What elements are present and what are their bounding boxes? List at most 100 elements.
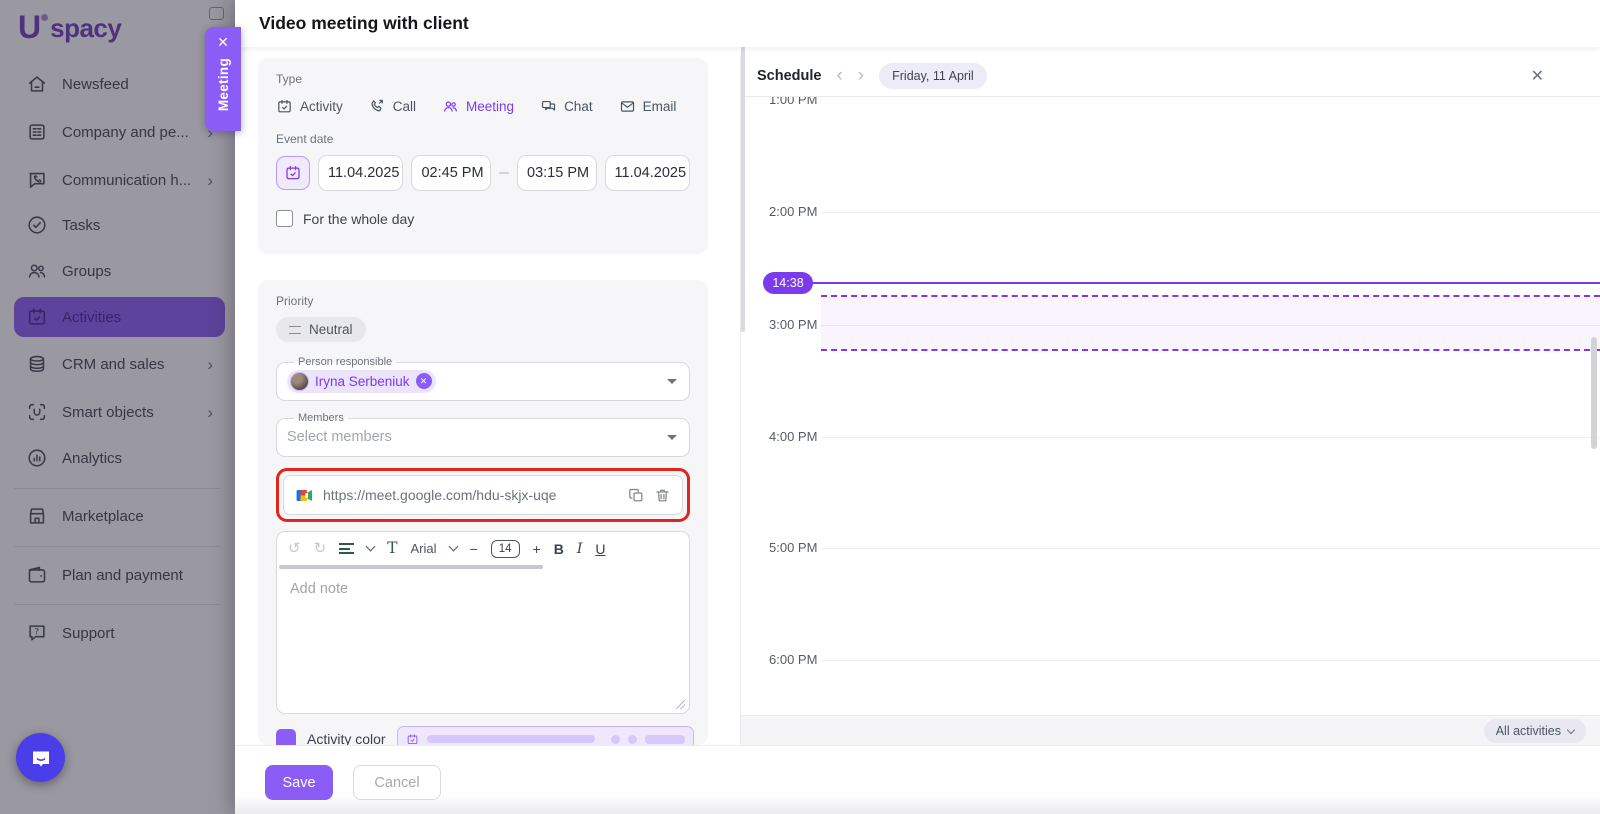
people-icon xyxy=(442,98,459,115)
remove-person-icon[interactable]: ✕ xyxy=(416,373,432,389)
event-date-label: Event date xyxy=(276,132,690,146)
meet-link-highlight: https://meet.google.com/hdu-skjx-uqe xyxy=(276,468,690,522)
end-time-input[interactable]: 03:15 PM xyxy=(517,155,597,191)
start-date-input[interactable]: 11.04.2025 xyxy=(318,155,403,191)
type-option-email[interactable]: Email xyxy=(619,98,677,115)
hour-gridline xyxy=(821,212,1600,213)
meeting-dialog: Video meeting with client Type Activity … xyxy=(235,0,1600,814)
type-label: Type xyxy=(276,72,690,86)
cancel-button[interactable]: Cancel xyxy=(353,765,441,800)
time-range-dash xyxy=(499,172,509,174)
skeleton-bar xyxy=(427,735,595,743)
dialog-title: Video meeting with client xyxy=(235,0,1600,47)
italic-button[interactable]: I xyxy=(577,542,583,556)
activities-filter[interactable]: All activities xyxy=(1484,719,1586,743)
person-chip: Iryna Serbeniuk ✕ xyxy=(287,370,436,393)
meet-link-url[interactable]: https://meet.google.com/hdu-skjx-uqe xyxy=(323,487,619,503)
underline-button[interactable]: U xyxy=(595,542,605,556)
dialog-title-bar: Video meeting with client xyxy=(235,0,1600,47)
type-option-chat[interactable]: Chat xyxy=(540,98,593,115)
whole-day-checkbox[interactable] xyxy=(276,210,293,227)
skeleton-dot xyxy=(628,735,637,744)
font-size-decrease-button[interactable]: − xyxy=(470,542,478,556)
calendar-icon xyxy=(284,164,302,182)
meeting-tab[interactable]: ✕ Meeting xyxy=(205,27,241,131)
note-input[interactable]: Add note xyxy=(277,569,689,699)
prev-day-button[interactable]: ‹ xyxy=(836,66,842,85)
current-time-badge: 14:38 xyxy=(763,272,813,294)
align-icon[interactable] xyxy=(339,543,354,554)
schedule-scrollbar[interactable] xyxy=(1591,337,1597,449)
details-card: Priority Neutral Person responsible Iryn… xyxy=(258,280,708,745)
hour-label: 5:00 PM xyxy=(769,540,829,555)
undo-icon[interactable]: ↺ xyxy=(288,541,301,556)
font-size-increase-button[interactable]: + xyxy=(533,542,541,556)
support-chat-fab[interactable] xyxy=(16,733,65,782)
skeleton-bar xyxy=(645,735,685,744)
font-family-select[interactable]: Arial xyxy=(411,542,437,555)
font-size-value[interactable]: 14 xyxy=(491,540,520,558)
trash-icon[interactable] xyxy=(654,487,671,504)
type-option-meeting[interactable]: Meeting xyxy=(442,98,514,115)
chevron-down-icon[interactable] xyxy=(667,379,677,389)
whole-day-row[interactable]: For the whole day xyxy=(276,210,690,227)
event-time-slot[interactable] xyxy=(821,295,1600,351)
text-color-button[interactable]: T xyxy=(387,541,397,557)
event-date-row: 11.04.2025 02:45 PM 03:15 PM 11.04.2025 xyxy=(276,155,690,191)
end-date-input[interactable]: 11.04.2025 xyxy=(605,155,690,191)
phone-icon xyxy=(369,98,386,115)
calendar-icon xyxy=(406,733,419,746)
schedule-footer: All activities xyxy=(741,715,1600,745)
close-icon[interactable]: ✕ xyxy=(217,35,229,49)
type-option-call[interactable]: Call xyxy=(369,98,416,115)
meet-link-field: https://meet.google.com/hdu-skjx-uqe xyxy=(283,475,683,515)
hour-gridline xyxy=(821,437,1600,438)
chat-icon xyxy=(540,98,557,115)
chevron-down-icon[interactable] xyxy=(667,435,677,445)
next-day-button[interactable]: › xyxy=(858,66,864,85)
note-placeholder: Add note xyxy=(290,581,348,597)
chevron-down-icon[interactable] xyxy=(448,542,458,552)
current-time-line xyxy=(805,282,1600,284)
hour-gridline xyxy=(821,660,1600,661)
calendar-icon xyxy=(276,98,293,115)
person-responsible-select[interactable]: Person responsible Iryna Serbeniuk ✕ xyxy=(276,356,690,401)
priority-label: Priority xyxy=(276,294,690,308)
sidebar: U spacy Newsfeed Company and pe... › Com… xyxy=(0,0,235,814)
dialog-footer: Save Cancel xyxy=(235,745,1600,814)
skeleton-dot xyxy=(611,735,620,744)
form-panel: Type Activity Call Meeting xyxy=(235,47,740,814)
priority-chip[interactable]: Neutral xyxy=(276,317,366,342)
hour-label: 3:00 PM xyxy=(769,317,829,332)
chat-bubble-icon xyxy=(29,746,53,770)
form-scrollbar[interactable] xyxy=(741,20,745,332)
chevron-down-icon[interactable] xyxy=(366,542,376,552)
app-root: U spacy Newsfeed Company and pe... › Com… xyxy=(0,0,1600,814)
google-meet-icon xyxy=(295,486,314,505)
close-icon[interactable]: ✕ xyxy=(1531,66,1544,86)
avatar xyxy=(290,372,309,391)
hour-label: 2:00 PM xyxy=(769,204,829,219)
hour-label: 6:00 PM xyxy=(769,652,829,667)
redo-icon[interactable]: ↻ xyxy=(314,541,327,556)
schedule-header: Schedule ‹ › Friday, 11 April ✕ xyxy=(741,55,1600,97)
resize-handle[interactable] xyxy=(676,700,685,709)
bold-button[interactable]: B xyxy=(554,542,564,556)
schedule-date-chip[interactable]: Friday, 11 April xyxy=(879,63,987,89)
type-option-activity[interactable]: Activity xyxy=(276,98,343,115)
copy-icon[interactable] xyxy=(628,487,645,504)
meeting-tab-label: Meeting xyxy=(216,58,231,111)
type-options: Activity Call Meeting Chat xyxy=(276,98,690,115)
members-placeholder: Select members xyxy=(287,429,392,445)
schedule-title: Schedule xyxy=(757,68,821,84)
save-button[interactable]: Save xyxy=(265,765,333,800)
members-select[interactable]: Members Select members xyxy=(276,412,690,457)
calendar-picker-button[interactable] xyxy=(276,156,310,190)
note-editor: ↺ ↻ T Arial − 14 + B I U xyxy=(276,531,690,714)
chevron-down-icon xyxy=(1567,725,1575,733)
modal-dim-overlay xyxy=(0,0,235,814)
editor-toolbar: ↺ ↻ T Arial − 14 + B I U xyxy=(277,532,689,565)
envelope-icon xyxy=(619,98,636,115)
schedule-panel: Schedule ‹ › Friday, 11 April ✕ 1:00 PM … xyxy=(740,55,1600,745)
start-time-input[interactable]: 02:45 PM xyxy=(411,155,491,191)
